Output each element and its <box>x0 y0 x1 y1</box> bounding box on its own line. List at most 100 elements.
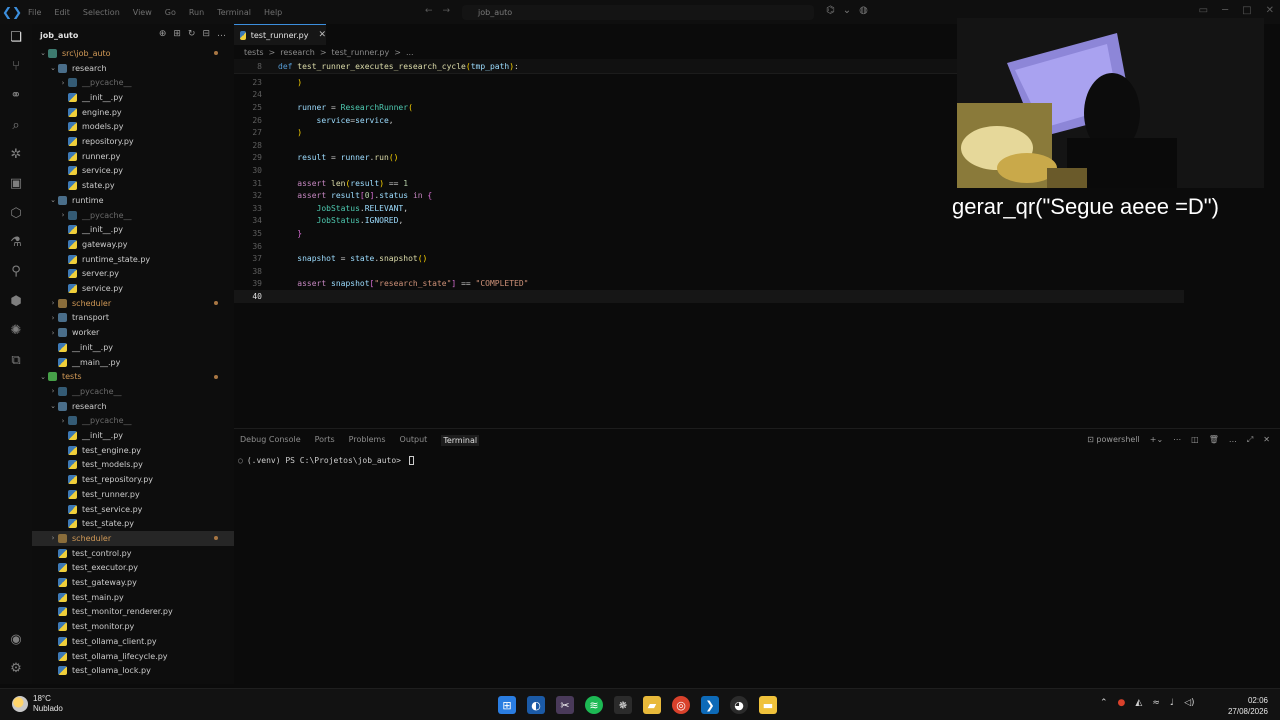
code-line[interactable]: 37 snapshot = state.snapshot() <box>234 252 1184 265</box>
back-arrow-icon[interactable]: ← <box>425 6 433 16</box>
terminal-shell-label[interactable]: ⊡ powershell <box>1087 435 1140 445</box>
file-item[interactable]: state.py <box>32 178 234 193</box>
git-branch-icon[interactable]: ⑂ <box>0 55 32 77</box>
maximize-panel-icon[interactable]: ⤢ <box>1247 435 1253 445</box>
account-icon[interactable]: ◉ <box>0 628 32 650</box>
menu-edit[interactable]: Edit <box>54 8 70 17</box>
tab-problems[interactable]: Problems <box>349 435 386 446</box>
edge-icon[interactable]: ◐ <box>527 696 545 714</box>
file-item[interactable]: __init__.py <box>32 222 234 237</box>
tab-debug-console[interactable]: Debug Console <box>240 435 301 446</box>
folder-item[interactable]: ⌄ tests <box>32 369 234 384</box>
more-actions-icon[interactable]: ⋯ <box>1173 435 1181 445</box>
chatgpt-icon[interactable]: ✵ <box>614 696 632 714</box>
vscode-icon[interactable]: ❯ <box>701 696 719 714</box>
folder-item[interactable]: › __pycache__ <box>32 384 234 399</box>
folder-item[interactable]: ⌄ src\job_auto <box>32 46 234 61</box>
chevron-down-icon[interactable]: ⌄ <box>843 5 851 16</box>
menu-go[interactable]: Go <box>165 8 176 17</box>
windows-start-icon[interactable]: ⊞ <box>498 696 516 714</box>
extensions-icon[interactable]: ⬡ <box>0 202 32 224</box>
folder-item[interactable]: ⌄ research <box>32 399 234 414</box>
file-item[interactable]: test_service.py <box>32 502 234 517</box>
file-item[interactable]: test_monitor.py <box>32 619 234 634</box>
tab-output[interactable]: Output <box>400 435 428 446</box>
breadcrumb-file[interactable]: test_runner.py <box>332 48 390 57</box>
database-icon[interactable]: ⧉ <box>0 349 32 371</box>
folder-item[interactable]: › scheduler <box>32 531 234 546</box>
testing-icon[interactable]: ⚗ <box>0 231 32 253</box>
more-actions-icon[interactable]: … <box>217 29 226 39</box>
file-item[interactable]: service.py <box>32 164 234 179</box>
breadcrumb-symbol[interactable]: ... <box>406 48 414 57</box>
collapse-all-icon[interactable]: ⊟ <box>202 29 210 39</box>
file-item[interactable]: test_main.py <box>32 590 234 605</box>
close-tab-icon[interactable]: ✕ <box>318 30 326 40</box>
folder-item[interactable]: ⌄ research <box>32 61 234 76</box>
weather-widget[interactable]: 18°C Nublado <box>12 694 63 714</box>
more-actions-icon[interactable]: … <box>1229 435 1237 445</box>
trash-icon[interactable]: 🗑 <box>1209 435 1219 445</box>
microphone-icon[interactable]: ♩ <box>1170 698 1174 708</box>
wifi-icon[interactable]: ≈ <box>1152 698 1160 708</box>
file-item[interactable]: models.py <box>32 120 234 135</box>
folder-item[interactable]: › worker <box>32 325 234 340</box>
tab-test-runner[interactable]: test_runner.py ✕ <box>234 24 326 45</box>
folder-icon[interactable]: ▬ <box>759 696 777 714</box>
settings-gear-icon[interactable]: ⚙ <box>0 657 32 679</box>
file-item[interactable]: __init__.py <box>32 90 234 105</box>
containers-icon[interactable]: ⬢ <box>0 290 32 312</box>
file-item[interactable]: test_ollama_lock.py <box>32 663 234 678</box>
file-item[interactable]: test_monitor_renderer.py <box>32 605 234 620</box>
file-item[interactable]: __init__.py <box>32 340 234 355</box>
remote-explorer-icon[interactable]: ▣ <box>0 172 32 194</box>
file-item[interactable]: test_gateway.py <box>32 575 234 590</box>
file-item[interactable]: repository.py <box>32 134 234 149</box>
menu-run[interactable]: Run <box>189 8 204 17</box>
system-clock[interactable]: 02:06 27/08/2026 <box>1228 695 1268 717</box>
new-folder-icon[interactable]: ⊞ <box>173 29 181 39</box>
file-item[interactable]: server.py <box>32 267 234 282</box>
command-center-search[interactable]: job_auto <box>462 5 814 20</box>
close-panel-icon[interactable]: ✕ <box>1263 435 1270 445</box>
file-item[interactable]: __main__.py <box>32 355 234 370</box>
source-control-icon[interactable]: ⚭ <box>0 84 32 106</box>
file-item[interactable]: engine.py <box>32 105 234 120</box>
folder-item[interactable]: › scheduler <box>32 296 234 311</box>
antivirus-icon[interactable]: ● <box>1118 698 1126 708</box>
new-file-icon[interactable]: ⊕ <box>159 29 167 39</box>
chrome-icon[interactable]: ◎ <box>672 696 690 714</box>
file-item[interactable]: __init__.py <box>32 428 234 443</box>
file-item[interactable]: test_control.py <box>32 546 234 561</box>
folder-item[interactable]: › __pycache__ <box>32 414 234 429</box>
tab-terminal[interactable]: Terminal <box>441 435 480 446</box>
new-terminal-icon[interactable]: +⌄ <box>1150 435 1163 445</box>
file-item[interactable]: test_ollama_client.py <box>32 634 234 649</box>
chevron-up-icon[interactable]: ⌃ <box>1100 698 1108 708</box>
menu-file[interactable]: File <box>28 8 41 17</box>
refresh-icon[interactable]: ↻ <box>188 29 196 39</box>
code-line[interactable]: 39 assert snapshot["research_state"] == … <box>234 278 1184 291</box>
breadcrumb-tests[interactable]: tests <box>244 48 264 57</box>
minimize-icon[interactable]: ─ <box>1222 5 1228 16</box>
breadcrumb-research[interactable]: research <box>280 48 315 57</box>
run-debug-icon[interactable]: ✲ <box>0 143 32 165</box>
file-item[interactable]: test_executor.py <box>32 561 234 576</box>
ai-assistant-icon[interactable]: ✺ <box>0 319 32 341</box>
terminal-prompt-line[interactable]: ○ (.venv) PS C:\Projetos\job_auto> <box>238 456 414 465</box>
tab-ports[interactable]: Ports <box>315 435 335 446</box>
forward-arrow-icon[interactable]: → <box>443 6 451 16</box>
folder-item[interactable]: ⌄ runtime <box>32 193 234 208</box>
code-line[interactable]: 35 } <box>234 227 1184 240</box>
code-line[interactable]: 40 <box>234 290 1184 303</box>
accounts-icon[interactable]: ◍ <box>859 5 868 16</box>
copilot-icon[interactable]: ⌬ <box>826 5 835 16</box>
file-item[interactable]: service.py <box>32 281 234 296</box>
folder-item[interactable]: › __pycache__ <box>32 208 234 223</box>
folder-item[interactable]: › __pycache__ <box>32 75 234 90</box>
explorer-icon[interactable]: ❏ <box>0 26 32 48</box>
spotify-icon[interactable]: ≋ <box>585 696 603 714</box>
file-item[interactable]: test_runner.py <box>32 487 234 502</box>
snipping-tool-icon[interactable]: ✂ <box>556 696 574 714</box>
file-item[interactable]: test_ollama_lifecycle.py <box>32 649 234 664</box>
